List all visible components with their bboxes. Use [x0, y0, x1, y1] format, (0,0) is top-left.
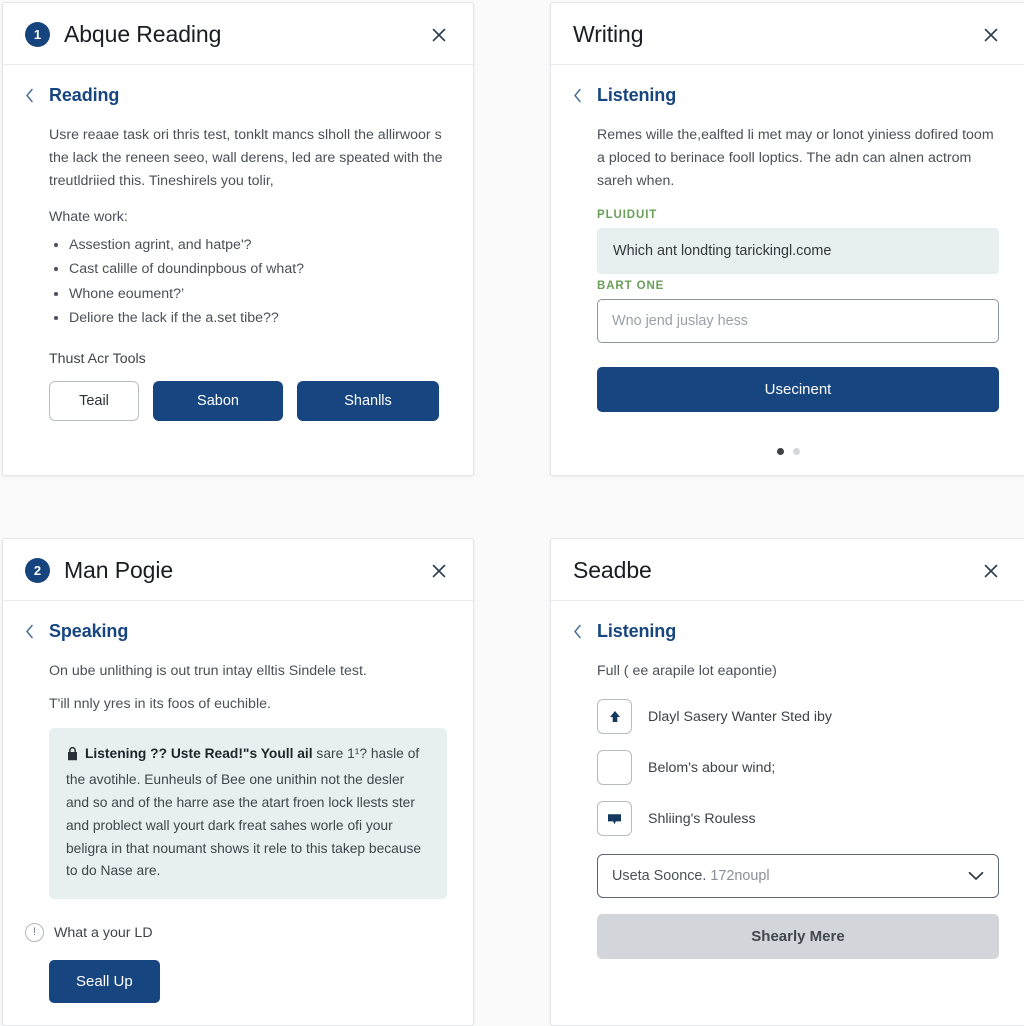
chevron-left-icon[interactable]: [573, 623, 585, 641]
option-list: Dlayl Sasery Wanter Sted iby Belom's abo…: [597, 699, 999, 836]
page-title: Writing: [573, 21, 644, 47]
list-item: Cast calille of doundinpbous of what?: [69, 257, 447, 281]
shanlls-button[interactable]: Shanlls: [297, 380, 439, 421]
section-title: Listening: [597, 85, 677, 105]
pagination-dot-2[interactable]: [792, 448, 800, 455]
submit-button[interactable]: Usecinent: [597, 367, 999, 412]
reading-list-label: Whate work:: [49, 209, 128, 225]
speaking-paragraph-1: On ube unlithing is out trun intay ellti…: [49, 663, 367, 679]
chevron-left-icon[interactable]: [573, 87, 585, 105]
speaking-footer: Seall Up: [25, 960, 451, 1004]
reading-question-list: Assestion agrint, and hatpe'? Cast calil…: [49, 233, 447, 331]
speaking-body: Speaking On ube unlithing is out trun in…: [3, 601, 473, 1025]
locked-callout: Listening ?? Uste Read!"s Youll ail sare…: [49, 728, 447, 900]
callout-bold-text: Listening ?? Uste Read!"s Youll ail: [85, 746, 313, 761]
writing-body: Listening Remes wille the,ealfted li met…: [551, 65, 1024, 475]
seadbe-content: Full ( ee arapile lot eapontie) Dlayl Sa…: [573, 660, 1003, 959]
page-title: Man Pogie: [64, 557, 174, 583]
reading-content: Usre reaae task ori thris test, tonklt m…: [25, 124, 451, 421]
seadbe-body: Listening Full ( ee arapile lot eapontie…: [551, 601, 1024, 1025]
close-icon[interactable]: [979, 23, 1003, 47]
card-writing: Writing Listening Remes wille the,ealfte…: [550, 2, 1024, 476]
card-seadbe: Seadbe Listening Full ( ee arapile lot e…: [550, 538, 1024, 1026]
info-text: What a your LD: [54, 924, 153, 941]
readonly-value-box: Which ant londting tarickingl.come: [597, 228, 999, 274]
seall-up-button[interactable]: Seall Up: [49, 960, 160, 1004]
writing-header: Writing: [551, 3, 1024, 65]
option-label: Dlayl Sasery Wanter Sted iby: [648, 708, 832, 725]
step-badge: 2: [25, 558, 50, 583]
shearly-mere-button[interactable]: Shearly Mere: [597, 914, 999, 959]
pagination-dots: [573, 442, 1003, 457]
speaking-section-head: Speaking: [25, 621, 451, 642]
list-item[interactable]: Belom's abour wind;: [597, 750, 999, 785]
reading-header: 1 Abque Reading: [3, 3, 473, 65]
section-title: Reading: [49, 85, 120, 105]
option-label: Shliing's Rouless: [648, 810, 756, 827]
list-item: Assestion agrint, and hatpe'?: [69, 233, 447, 257]
reading-paragraph: Usre reaae task ori thris test, tonklt m…: [49, 127, 443, 189]
chevron-left-icon[interactable]: [25, 623, 37, 641]
speaking-content: On ube unlithing is out trun intay ellti…: [25, 660, 451, 917]
page-title: Abque Reading: [64, 21, 222, 47]
step-badge: 1: [25, 22, 50, 47]
close-icon[interactable]: [427, 559, 451, 583]
speaking-paragraph-2: T'ill nnly yres in its foos of euchible.: [49, 696, 271, 712]
seadbe-paragraph: Full ( ee arapile lot eapontie): [597, 663, 777, 679]
reading-section-head: Reading: [25, 85, 451, 106]
seadbe-section-head: Listening: [573, 621, 1003, 642]
card-reading: 1 Abque Reading Reading Usre reaae task …: [2, 2, 474, 476]
panel-grid: 1 Abque Reading Reading Usre reaae task …: [0, 0, 1024, 1026]
callout-body-text: sare 1¹? hasle of the avotihle. Eunheuls…: [66, 746, 422, 879]
reading-button-row: Teail Sabon Shanlls: [49, 380, 447, 421]
list-item[interactable]: Dlayl Sasery Wanter Sted iby: [597, 699, 999, 734]
option-label: Belom's abour wind;: [648, 759, 776, 776]
section-title: Speaking: [49, 621, 129, 641]
input-field-label: BART ONE: [597, 280, 665, 292]
chat-bubble-icon: [597, 801, 632, 836]
sabon-button[interactable]: Sabon: [153, 380, 283, 421]
readonly-field-label: PLUIDUIT: [597, 209, 658, 221]
speaking-header: 2 Man Pogie: [3, 539, 473, 601]
source-select[interactable]: Useta Soonce. 172noupl: [597, 854, 999, 898]
answer-input[interactable]: Wno jend juslay hess: [597, 299, 999, 343]
page-title: Seadbe: [573, 557, 652, 583]
list-item: Whone eoument?’: [69, 282, 447, 306]
empty-square-icon: [597, 750, 632, 785]
list-item: Deliore the lack if the a.set tibe??: [69, 306, 447, 330]
chevron-down-icon[interactable]: [968, 871, 984, 881]
card-speaking: 2 Man Pogie Speaking On ube unlithing is…: [2, 538, 474, 1026]
chevron-left-icon[interactable]: [25, 87, 37, 105]
lock-icon: [66, 746, 79, 769]
select-value-muted: 172noupl: [710, 868, 770, 884]
tools-label: Thust Acr Tools: [49, 350, 146, 367]
section-title: Listening: [597, 621, 677, 641]
seadbe-header: Seadbe: [551, 539, 1024, 601]
writing-paragraph: Remes wille the,ealfted li met may or lo…: [597, 127, 994, 189]
pagination-dot-1[interactable]: [776, 448, 784, 455]
writing-section-head: Listening: [573, 85, 1003, 106]
writing-spacer: [573, 412, 1003, 442]
reading-body: Reading Usre reaae task ori thris test, …: [3, 65, 473, 475]
close-icon[interactable]: [427, 23, 451, 47]
writing-content: Remes wille the,ealfted li met may or lo…: [573, 124, 1003, 412]
upload-icon: [597, 699, 632, 734]
select-value-main: Useta Soonce.: [612, 868, 707, 884]
info-circle-icon: !: [25, 923, 44, 943]
close-icon[interactable]: [979, 559, 1003, 583]
list-item[interactable]: Shliing's Rouless: [597, 801, 999, 836]
info-row: ! What a your LD: [25, 923, 451, 943]
select-value: Useta Soonce. 172noupl: [612, 868, 770, 884]
teail-button[interactable]: Teail: [49, 380, 139, 421]
